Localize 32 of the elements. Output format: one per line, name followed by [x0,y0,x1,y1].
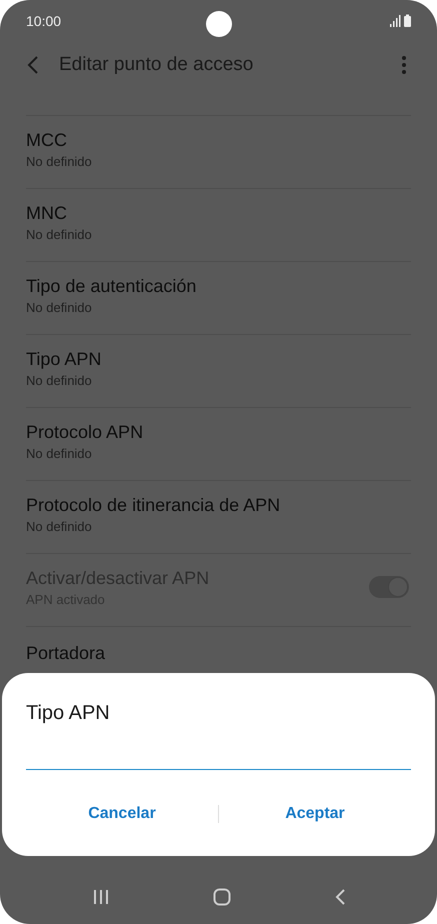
setting-item[interactable]: MNC No definido [26,188,411,261]
setting-value: No definido [26,300,93,314]
setting-item[interactable]: Protocolo APN No definido [26,407,411,480]
setting-value: No definido [26,518,93,534]
signal-battery-icon [390,14,412,28]
setting-title: Protocolo de itinerancia de APN [26,494,280,516]
setting-item[interactable]: Tipo APN No definido [26,334,411,407]
back-nav-icon[interactable] [334,888,346,906]
page-title: Editar punto de acceso [59,54,254,76]
setting-title: Tipo APN [26,348,102,370]
setting-item[interactable]: MCC No definido [26,115,411,188]
setting-title: Tipo de autenticación [26,276,196,296]
setting-title: MNC [26,202,68,224]
setting-title: Protocolo APN [26,422,144,442]
dialog-title: Tipo APN [26,702,111,725]
home-icon[interactable] [212,888,230,906]
dialog-button[interactable]: Aceptar [219,799,411,829]
setting-item[interactable]: Protocolo de itinerancia de APN No definido [26,480,411,553]
setting-title: Portadora [26,643,106,664]
setting-title: MCC [26,130,68,150]
dialog-button[interactable]: Cancelar [26,799,218,829]
recent-apps-icon[interactable] [92,889,110,905]
setting-value: No definido [26,446,93,460]
setting-value: No definido [26,372,93,388]
setting-value: No definido [26,154,92,168]
setting-item[interactable]: Portadora [26,626,411,664]
back-icon[interactable] [27,55,39,75]
setting-value: No definido [26,226,92,242]
camera-hole-icon [206,11,232,37]
setting-item[interactable]: Tipo de autenticación No definido [26,261,411,334]
more-options-icon[interactable] [401,55,407,75]
status-time: 10:00 [26,13,62,29]
